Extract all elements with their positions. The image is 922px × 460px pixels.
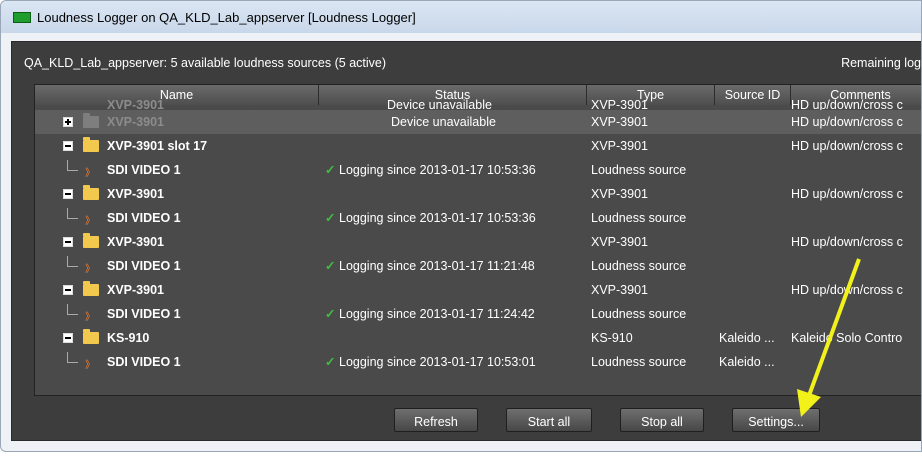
callout-arrow-icon: [797, 258, 861, 417]
loudness-logger-window: Loudness Logger on QA_KLD_Lab_appserver …: [0, 0, 922, 452]
